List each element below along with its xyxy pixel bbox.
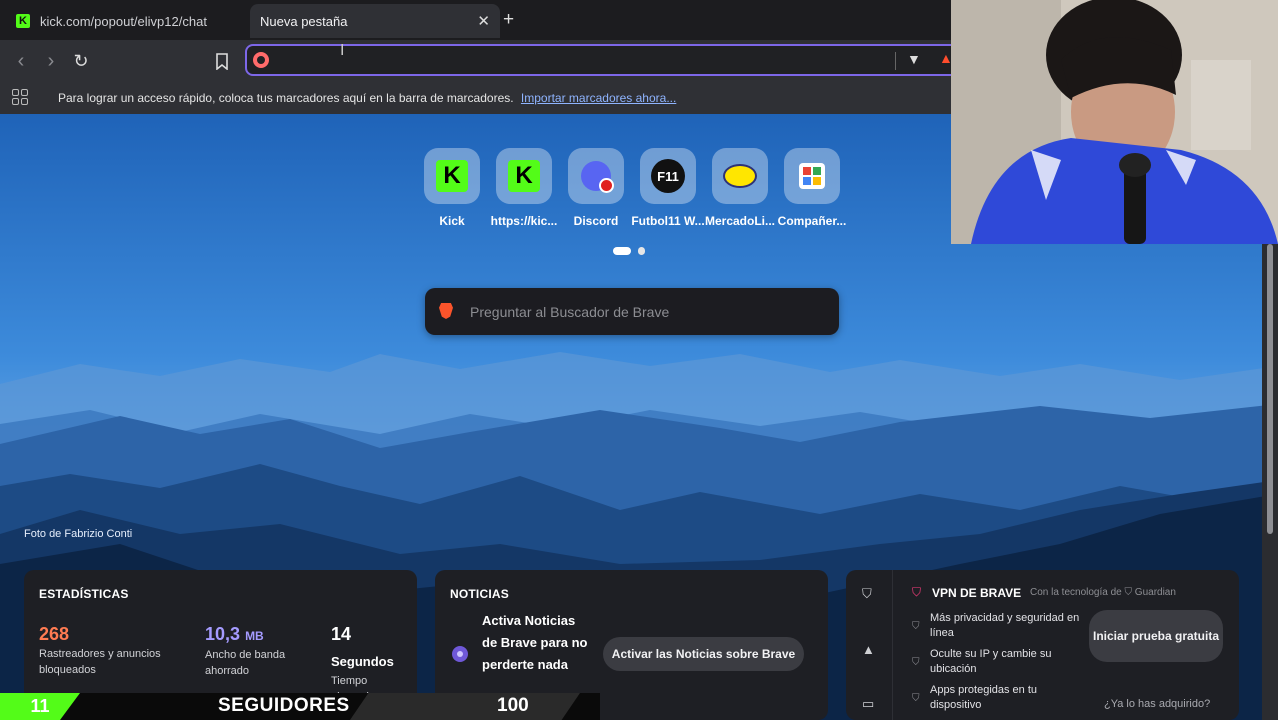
start-trial-button[interactable]: Iniciar prueba gratuita [1089,610,1223,662]
top-site-label: https://kic... [490,214,558,228]
shield-bullet-icon: ⛉ [912,621,920,632]
webcam-image [951,0,1278,244]
text-cursor-icon: I [340,42,345,59]
kick-icon: K [496,148,552,204]
vpn-title: VPN DE BRAVE [932,586,1022,600]
vpn-feature: Apps protegidas en tu dispositivo [930,684,1038,711]
close-tab-icon[interactable]: ✕ [477,12,490,30]
bookmark-icon[interactable] [209,48,235,74]
vpn-feature: Oculte su IP y cambie su ubicación [930,648,1052,675]
followers-label: SEGUIDORES [218,695,350,716]
top-site-calendar[interactable]: Compañer... [771,148,853,228]
tab-title: kick.com/popout/elivp12/chat [40,13,207,29]
video-icon[interactable]: ▭ [862,696,874,712]
bandwidth-label: Ancho de banda ahorrado [205,649,286,677]
news-icon [452,646,468,662]
top-site-mercadolibre[interactable]: MercadoLi... [699,148,781,228]
search-input[interactable]: Preguntar al Buscador de Brave [470,304,669,320]
trackers-blocked-label: Rastreadores y anuncios bloqueados [39,648,161,676]
apps-grid-icon[interactable] [12,89,28,105]
bookmarks-hint-text: Para lograr un acceso rápido, coloca tus… [58,91,514,105]
shield-bullet-icon: ⛉ [912,657,920,668]
vpn-shield-icon[interactable]: ⛉ [862,586,872,602]
vpn-card: ⛉ ▲ ▭ ⛉ VPN DE BRAVE Con la tecnología d… [846,570,1239,720]
guardian-brand: Guardian [1134,587,1176,598]
bandwidth-unit: MB [245,629,264,643]
top-site-discord[interactable]: Discord [555,148,637,228]
top-site-futbol11[interactable]: F11 Futbol11 W... [627,148,709,228]
brave-shields-icon[interactable]: ▼ [907,51,921,67]
top-site-label: Futbol11 W... [631,214,705,228]
back-icon[interactable]: ‹ [8,48,34,74]
kick-icon: K [424,148,480,204]
top-site-kick[interactable]: K Kick [411,148,493,228]
reload-icon[interactable]: ↻ [68,48,94,74]
tab-new-tab[interactable]: Nueva pestaña ✕ [250,4,500,38]
trackers-blocked-count: 268 [39,624,70,644]
vpn-powered-by: Con la tecnología de ⛉ Guardian [1030,587,1176,598]
omnibox-divider [895,52,896,70]
forward-icon[interactable]: › [38,48,64,74]
vpn-powered-text: Con la tecnología de [1030,587,1122,598]
top-site-label: Kick [439,214,465,228]
calendar-icon [784,148,840,204]
tab-kick-chat[interactable]: K kick.com/popout/elivp12/chat [8,4,252,38]
webcam-overlay [951,0,1278,244]
activate-news-button[interactable]: Activar las Noticias sobre Brave [603,637,804,671]
news-promo-text: Activa Noticias de Brave para no perdert… [482,613,588,672]
warning-triangle-icon[interactable]: ▲ [862,642,875,657]
vpn-feature: Más privacidad y seguridad en línea [930,612,1080,639]
top-sites-page-indicator[interactable] [638,247,645,255]
bandwidth-saved: 10,3 MB [205,624,264,645]
guardian-shield-icon: ⛉ [1124,587,1133,598]
new-tab-button[interactable]: + [503,9,514,31]
address-bar[interactable]: ▼ ▲ [245,44,965,76]
top-sites-page-indicator-active[interactable] [613,247,631,255]
scrollbar-thumb[interactable] [1267,244,1273,534]
photo-credit[interactable]: Foto de Fabrizio Conti [24,528,132,540]
top-site-label: MercadoLi... [704,214,775,228]
time-saved-count: 14 [331,624,352,644]
tab-title: Nueva pestaña [260,13,348,29]
top-site-label: Discord [573,214,619,228]
import-bookmarks-link[interactable]: Importar marcadores ahora... [521,91,676,105]
brave-logo-icon [439,303,453,319]
already-purchased-link[interactable]: ¿Ya lo has adquirido? [1104,698,1210,710]
kick-favicon-icon: K [16,14,30,28]
top-site-kick-url[interactable]: K https://kic... [483,148,565,228]
top-site-label: Compañer... [777,214,847,228]
time-saved-unit: Segundos [331,654,394,669]
site-info-icon[interactable] [253,52,269,68]
bandwidth-value: 10,3 [205,624,241,644]
brave-search-box[interactable]: Preguntar al Buscador de Brave [425,288,839,335]
followers-overlay-progress [350,693,580,720]
discord-icon [568,148,624,204]
futbol11-icon: F11 [640,148,696,204]
news-title: NOTICIAS [450,587,509,601]
followers-goal: 100 [497,695,529,716]
vpn-logo-icon: ⛉ [912,585,922,599]
mercadolibre-icon [712,148,768,204]
stats-title: ESTADÍSTICAS [39,587,129,601]
bookmarks-hint: Para lograr un acceso rápido, coloca tus… [58,91,676,105]
widget-switcher: ⛉ ▲ ▭ [846,570,893,720]
shield-bullet-icon: ⛉ [912,693,920,704]
